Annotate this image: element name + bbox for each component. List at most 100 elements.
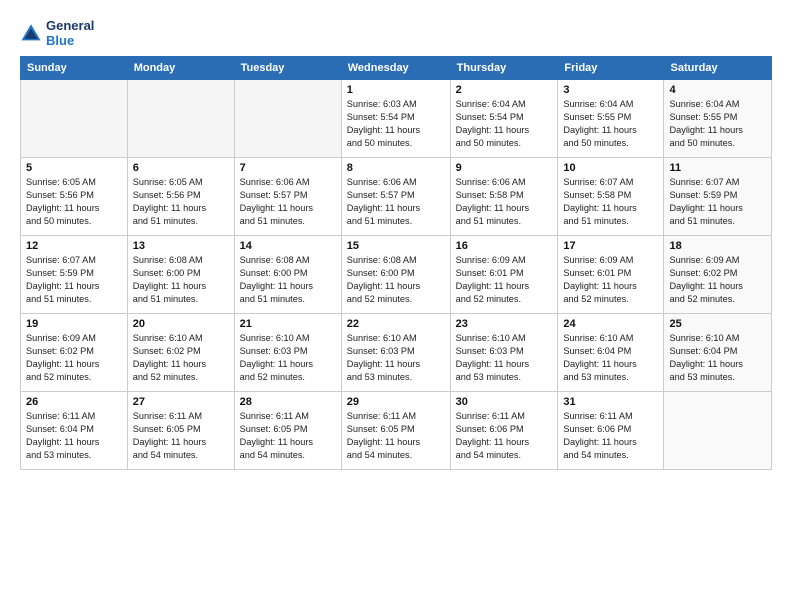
col-header-thursday: Thursday <box>450 57 558 80</box>
day-number: 3 <box>563 84 658 96</box>
calendar-cell: 5 Sunrise: 6:05 AM Sunset: 5:56 PM Daylig… <box>21 158 128 236</box>
calendar-cell: 17 Sunrise: 6:09 AM Sunset: 6:01 PM Dayli… <box>558 236 664 314</box>
calendar-cell: 16Sunrise: 6:09 AM Sunset: 6:01 PM Dayli… <box>450 236 558 314</box>
calendar-week-2: 5 Sunrise: 6:05 AM Sunset: 5:56 PM Daylig… <box>21 158 772 236</box>
calendar-cell: 19 Sunrise: 6:09 AM Sunset: 6:02 PM Dayli… <box>21 314 128 392</box>
calendar-cell <box>127 80 234 158</box>
day-info: Sunrise: 6:03 AM Sunset: 5:54 PM Dayligh… <box>347 98 445 150</box>
calendar-cell: 11 Sunrise: 6:07 AM Sunset: 5:59 PM Dayli… <box>664 158 772 236</box>
day-info: Sunrise: 6:07 AM Sunset: 5:59 PM Dayligh… <box>26 254 122 306</box>
day-info: Sunrise: 6:10 AM Sunset: 6:03 PM Dayligh… <box>456 332 553 384</box>
calendar-cell: 31 Sunrise: 6:11 AM Sunset: 6:06 PM Dayli… <box>558 392 664 470</box>
day-number: 7 <box>240 162 336 174</box>
day-number: 30 <box>456 396 553 408</box>
calendar-cell: 4 Sunrise: 6:04 AM Sunset: 5:55 PM Daylig… <box>664 80 772 158</box>
logo-text: General Blue <box>46 18 94 48</box>
col-header-sunday: Sunday <box>21 57 128 80</box>
day-info: Sunrise: 6:04 AM Sunset: 5:55 PM Dayligh… <box>669 98 766 150</box>
day-number: 19 <box>26 318 122 330</box>
calendar-cell: 1 Sunrise: 6:03 AM Sunset: 5:54 PM Daylig… <box>341 80 450 158</box>
day-info: Sunrise: 6:11 AM Sunset: 6:05 PM Dayligh… <box>133 410 229 462</box>
calendar-cell: 27Sunrise: 6:11 AM Sunset: 6:05 PM Dayli… <box>127 392 234 470</box>
day-number: 13 <box>133 240 229 252</box>
day-number: 5 <box>26 162 122 174</box>
calendar-cell: 22Sunrise: 6:10 AM Sunset: 6:03 PM Dayli… <box>341 314 450 392</box>
logo-icon <box>20 22 42 44</box>
page: General Blue SundayMondayTuesdayWednesda… <box>0 0 792 612</box>
day-number: 21 <box>240 318 336 330</box>
day-info: Sunrise: 6:10 AM Sunset: 6:04 PM Dayligh… <box>563 332 658 384</box>
day-number: 6 <box>133 162 229 174</box>
day-info: Sunrise: 6:09 AM Sunset: 6:02 PM Dayligh… <box>669 254 766 306</box>
calendar-cell: 21 Sunrise: 6:10 AM Sunset: 6:03 PM Dayli… <box>234 314 341 392</box>
calendar-header-row: SundayMondayTuesdayWednesdayThursdayFrid… <box>21 57 772 80</box>
calendar-cell: 18Sunrise: 6:09 AM Sunset: 6:02 PM Dayli… <box>664 236 772 314</box>
day-info: Sunrise: 6:06 AM Sunset: 5:58 PM Dayligh… <box>456 176 553 228</box>
calendar-week-4: 19 Sunrise: 6:09 AM Sunset: 6:02 PM Dayli… <box>21 314 772 392</box>
day-number: 11 <box>669 162 766 174</box>
day-number: 31 <box>563 396 658 408</box>
day-info: Sunrise: 6:05 AM Sunset: 5:56 PM Dayligh… <box>133 176 229 228</box>
col-header-friday: Friday <box>558 57 664 80</box>
day-info: Sunrise: 6:11 AM Sunset: 6:05 PM Dayligh… <box>347 410 445 462</box>
day-info: Sunrise: 6:07 AM Sunset: 5:58 PM Dayligh… <box>563 176 658 228</box>
day-info: Sunrise: 6:11 AM Sunset: 6:05 PM Dayligh… <box>240 410 336 462</box>
day-number: 8 <box>347 162 445 174</box>
day-info: Sunrise: 6:05 AM Sunset: 5:56 PM Dayligh… <box>26 176 122 228</box>
calendar-cell: 2Sunrise: 6:04 AM Sunset: 5:54 PM Daylig… <box>450 80 558 158</box>
calendar-cell: 29 Sunrise: 6:11 AM Sunset: 6:05 PM Dayli… <box>341 392 450 470</box>
day-info: Sunrise: 6:11 AM Sunset: 6:06 PM Dayligh… <box>456 410 553 462</box>
day-info: Sunrise: 6:10 AM Sunset: 6:03 PM Dayligh… <box>240 332 336 384</box>
col-header-wednesday: Wednesday <box>341 57 450 80</box>
day-number: 28 <box>240 396 336 408</box>
day-info: Sunrise: 6:11 AM Sunset: 6:06 PM Dayligh… <box>563 410 658 462</box>
day-number: 15 <box>347 240 445 252</box>
day-info: Sunrise: 6:10 AM Sunset: 6:02 PM Dayligh… <box>133 332 229 384</box>
calendar-week-5: 26Sunrise: 6:11 AM Sunset: 6:04 PM Dayli… <box>21 392 772 470</box>
header: General Blue <box>20 18 772 48</box>
day-info: Sunrise: 6:11 AM Sunset: 6:04 PM Dayligh… <box>26 410 122 462</box>
day-number: 17 <box>563 240 658 252</box>
calendar-cell: 15 Sunrise: 6:08 AM Sunset: 6:00 PM Dayli… <box>341 236 450 314</box>
day-info: Sunrise: 6:08 AM Sunset: 6:00 PM Dayligh… <box>133 254 229 306</box>
col-header-saturday: Saturday <box>664 57 772 80</box>
day-number: 12 <box>26 240 122 252</box>
day-info: Sunrise: 6:06 AM Sunset: 5:57 PM Dayligh… <box>347 176 445 228</box>
day-info: Sunrise: 6:10 AM Sunset: 6:04 PM Dayligh… <box>669 332 766 384</box>
day-number: 14 <box>240 240 336 252</box>
calendar-cell: 24 Sunrise: 6:10 AM Sunset: 6:04 PM Dayli… <box>558 314 664 392</box>
day-number: 24 <box>563 318 658 330</box>
calendar-cell: 8 Sunrise: 6:06 AM Sunset: 5:57 PM Daylig… <box>341 158 450 236</box>
day-number: 10 <box>563 162 658 174</box>
calendar-cell: 3Sunrise: 6:04 AM Sunset: 5:55 PM Daylig… <box>558 80 664 158</box>
day-number: 4 <box>669 84 766 96</box>
day-number: 20 <box>133 318 229 330</box>
day-number: 23 <box>456 318 553 330</box>
day-info: Sunrise: 6:08 AM Sunset: 6:00 PM Dayligh… <box>347 254 445 306</box>
day-info: Sunrise: 6:10 AM Sunset: 6:03 PM Dayligh… <box>347 332 445 384</box>
calendar-cell: 30 Sunrise: 6:11 AM Sunset: 6:06 PM Dayli… <box>450 392 558 470</box>
calendar-table: SundayMondayTuesdayWednesdayThursdayFrid… <box>20 56 772 470</box>
calendar-cell: 26Sunrise: 6:11 AM Sunset: 6:04 PM Dayli… <box>21 392 128 470</box>
calendar-cell <box>21 80 128 158</box>
calendar-cell: 23 Sunrise: 6:10 AM Sunset: 6:03 PM Dayli… <box>450 314 558 392</box>
day-info: Sunrise: 6:08 AM Sunset: 6:00 PM Dayligh… <box>240 254 336 306</box>
day-info: Sunrise: 6:09 AM Sunset: 6:02 PM Dayligh… <box>26 332 122 384</box>
calendar-week-3: 12 Sunrise: 6:07 AM Sunset: 5:59 PM Dayli… <box>21 236 772 314</box>
calendar-cell: 28 Sunrise: 6:11 AM Sunset: 6:05 PM Dayli… <box>234 392 341 470</box>
calendar-cell <box>664 392 772 470</box>
day-number: 2 <box>456 84 553 96</box>
day-number: 1 <box>347 84 445 96</box>
calendar-cell: 7Sunrise: 6:06 AM Sunset: 5:57 PM Daylig… <box>234 158 341 236</box>
day-info: Sunrise: 6:09 AM Sunset: 6:01 PM Dayligh… <box>456 254 553 306</box>
calendar-cell: 9 Sunrise: 6:06 AM Sunset: 5:58 PM Daylig… <box>450 158 558 236</box>
calendar-cell: 25Sunrise: 6:10 AM Sunset: 6:04 PM Dayli… <box>664 314 772 392</box>
day-info: Sunrise: 6:07 AM Sunset: 5:59 PM Dayligh… <box>669 176 766 228</box>
calendar-cell: 20 Sunrise: 6:10 AM Sunset: 6:02 PM Dayli… <box>127 314 234 392</box>
day-number: 29 <box>347 396 445 408</box>
col-header-monday: Monday <box>127 57 234 80</box>
calendar-cell: 12 Sunrise: 6:07 AM Sunset: 5:59 PM Dayli… <box>21 236 128 314</box>
day-number: 9 <box>456 162 553 174</box>
col-header-tuesday: Tuesday <box>234 57 341 80</box>
day-info: Sunrise: 6:09 AM Sunset: 6:01 PM Dayligh… <box>563 254 658 306</box>
